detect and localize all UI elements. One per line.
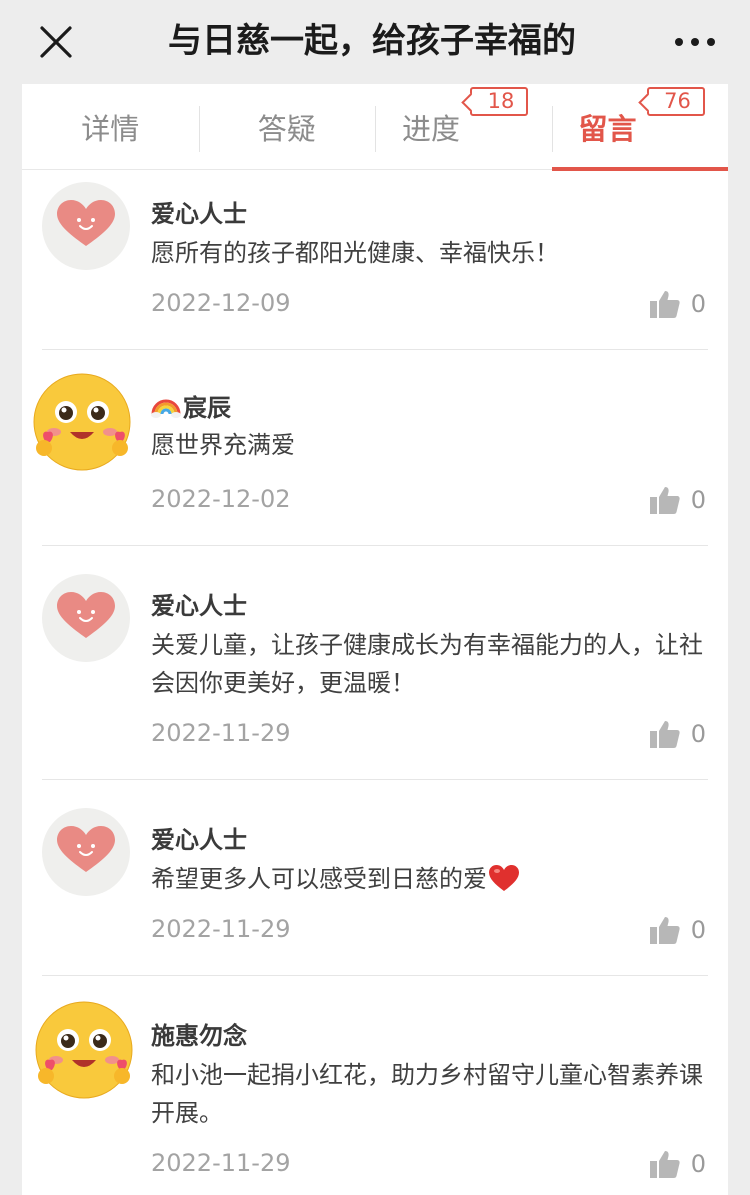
like-count: 0 <box>690 486 706 514</box>
like-count: 0 <box>690 290 706 318</box>
avatar <box>42 574 130 662</box>
tab-bar: 详情 答疑 进度 18 留言 76 <box>22 84 729 171</box>
comments-count-badge: 76 <box>646 87 705 116</box>
comment-item: 施惠勿念 和小池一起捐小红花，助力乡村留守儿童心智素养课开展。 2022-11-… <box>35 976 708 1195</box>
comment-text: 和小池一起捐小红花，助力乡村留守儿童心智素养课开展。 <box>151 1061 703 1127</box>
like-button[interactable]: 0 <box>649 914 706 946</box>
rainbow-icon <box>151 399 181 418</box>
thumbs-up-icon <box>649 487 680 514</box>
hug-emoji-avatar <box>33 373 131 471</box>
comment-text: 愿世界充满爱 <box>151 431 295 459</box>
more-dots-icon[interactable] <box>670 24 720 60</box>
comment-author: 施惠勿念 <box>151 1022 247 1050</box>
thumbs-up-icon <box>649 721 680 748</box>
close-button[interactable] <box>36 22 76 62</box>
avatar <box>34 1000 134 1100</box>
close-icon[interactable] <box>36 22 76 62</box>
avatar <box>42 182 130 270</box>
comment-date: 2022-11-29 <box>151 719 291 747</box>
comment-date: 2022-11-29 <box>151 1149 291 1177</box>
top-bar: 与日慈一起，给孩子幸福的 <box>0 0 750 84</box>
tab-progress[interactable]: 进度 18 <box>375 84 552 170</box>
hug-emoji-avatar <box>35 1001 133 1099</box>
like-count: 0 <box>690 1150 706 1178</box>
like-count: 0 <box>690 720 706 748</box>
avatar <box>32 372 132 472</box>
comment-text: 希望更多人可以感受到日慈的爱 <box>151 865 487 893</box>
comment-date: 2022-12-09 <box>151 289 291 317</box>
comment-author-row: 宸辰 <box>151 390 708 422</box>
page-title: 与日慈一起，给孩子幸福的 <box>168 21 576 61</box>
tab-qa[interactable]: 答疑 <box>198 84 376 170</box>
comment-author: 宸辰 <box>183 394 231 422</box>
comment-item: 爱心人士 愿所有的孩子都阳光健康、幸福快乐！ 2022-12-09 0 <box>42 170 708 350</box>
comment-date: 2022-11-29 <box>151 915 291 943</box>
avatar <box>42 808 130 896</box>
tab-label: 进度 <box>402 112 461 146</box>
comment-author: 爱心人士 <box>151 592 247 620</box>
comment-item: 爱心人士 希望更多人可以感受到日慈的爱 2022-11-29 0 <box>42 780 708 976</box>
heart-face-avatar <box>57 200 115 246</box>
tab-label: 留言 <box>578 112 637 146</box>
thumbs-up-icon <box>649 291 680 318</box>
comment-item: 宸辰 愿世界充满爱 2022-12-02 0 <box>33 350 708 546</box>
comment-text-row: 希望更多人可以感受到日慈的爱 <box>151 860 711 898</box>
tab-details[interactable]: 详情 <box>22 84 199 170</box>
tab-label: 详情 <box>81 112 140 146</box>
comment-item: 爱心人士 关爱儿童，让孩子健康成长为有幸福能力的人，让社会因你更美好，更温暖！ … <box>42 546 708 780</box>
like-button[interactable]: 0 <box>649 718 706 750</box>
like-button[interactable]: 0 <box>649 288 706 320</box>
comment-author: 爱心人士 <box>151 826 247 854</box>
like-button[interactable]: 0 <box>649 1148 706 1180</box>
like-button[interactable]: 0 <box>649 484 706 516</box>
content-panel: 详情 答疑 进度 18 留言 76 爱心人士 愿所有的孩子都阳光健康、幸福快乐！… <box>22 84 728 1195</box>
tab-label: 答疑 <box>257 112 316 146</box>
heart-face-avatar <box>57 592 115 638</box>
comment-text: 关爱儿童，让孩子健康成长为有幸福能力的人，让社会因你更美好，更温暖！ <box>151 631 703 697</box>
tab-label-wrap: 留言 76 <box>578 87 705 148</box>
comment-date: 2022-12-02 <box>151 485 291 513</box>
like-count: 0 <box>690 916 706 944</box>
thumbs-up-icon <box>649 917 680 944</box>
tab-label-wrap: 进度 18 <box>402 87 529 148</box>
more-button[interactable] <box>670 24 720 60</box>
comment-text: 愿所有的孩子都阳光健康、幸福快乐！ <box>151 239 559 267</box>
red-heart-icon <box>489 865 519 891</box>
comment-author: 爱心人士 <box>151 200 247 228</box>
heart-face-avatar <box>57 826 115 872</box>
thumbs-up-icon <box>649 1151 680 1178</box>
tab-comments[interactable]: 留言 76 <box>551 84 729 171</box>
progress-count-badge: 18 <box>470 87 529 116</box>
